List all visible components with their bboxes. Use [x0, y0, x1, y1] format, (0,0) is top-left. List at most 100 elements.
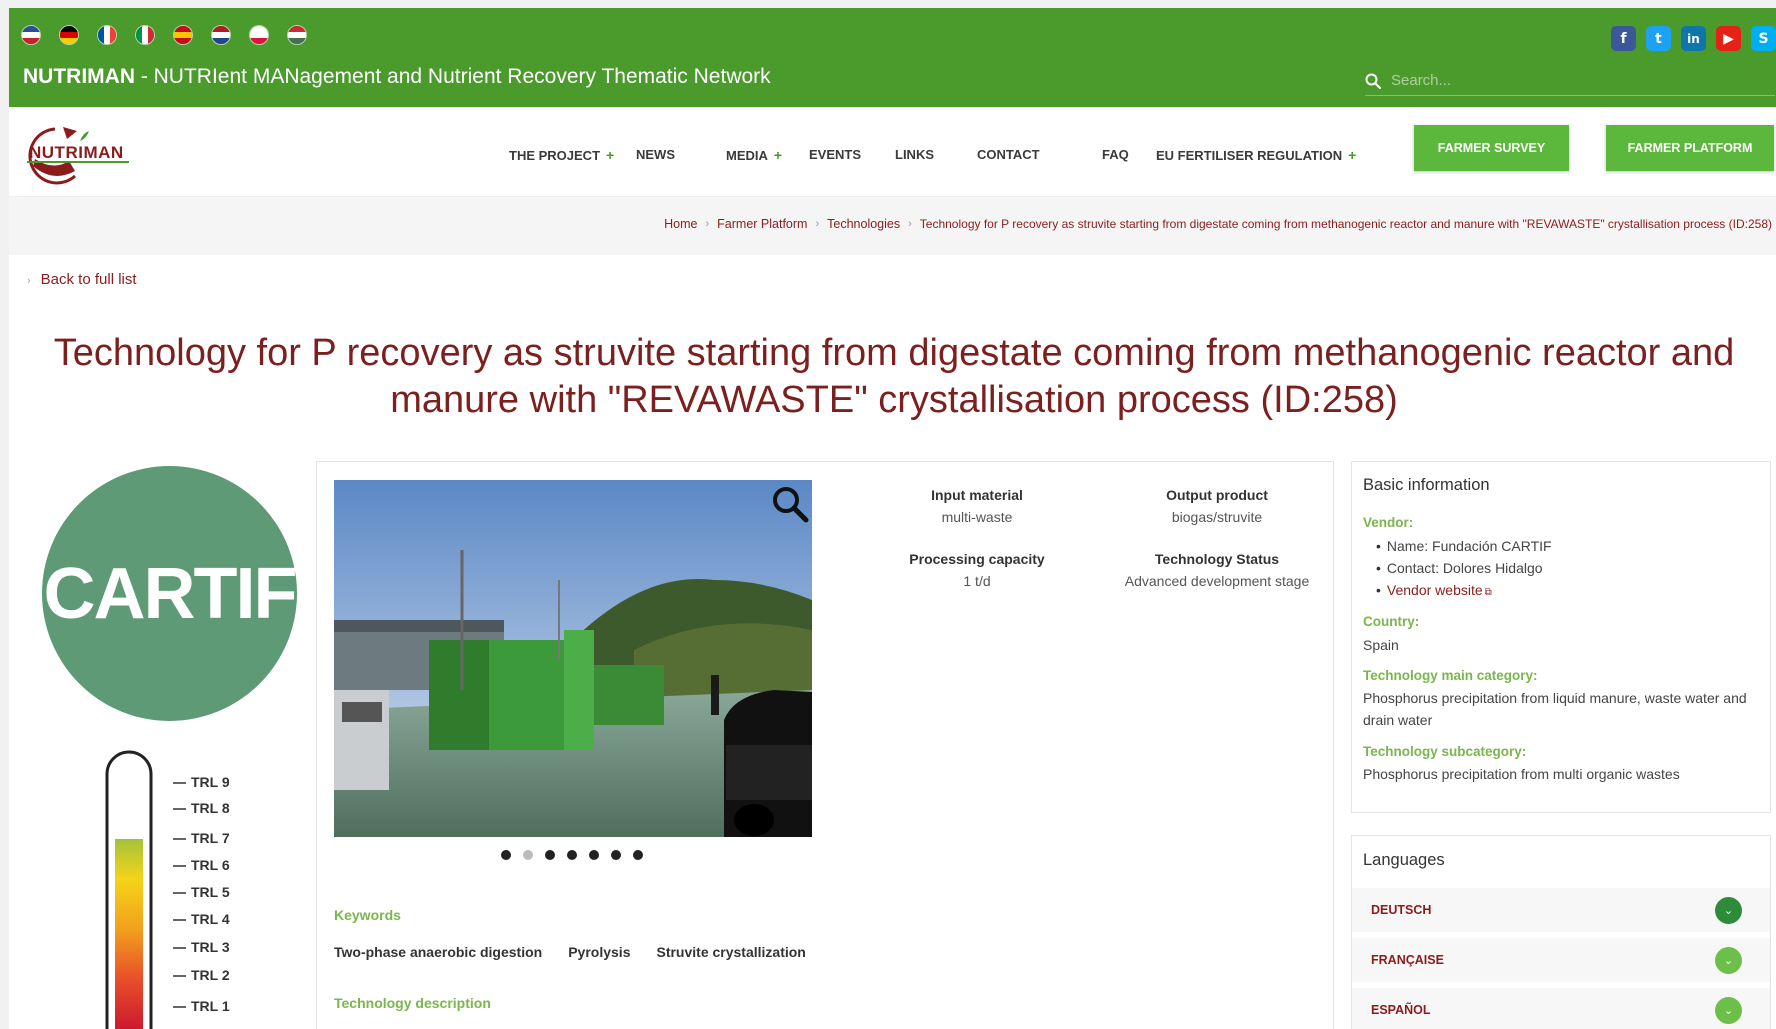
- breadcrumb-separator-icon: ›: [815, 218, 820, 230]
- gallery-dot[interactable]: [567, 850, 577, 860]
- trl-label: TRL 1: [191, 998, 230, 1014]
- keyword-tag[interactable]: Two-phase anaerobic digestion: [334, 944, 542, 960]
- main-navbar: NUTRIMAN THE PROJECT + NEWS MEDIA + EVENTS LIN…: [9, 107, 1776, 197]
- vendor-website-link[interactable]: Vendor website⧉: [1387, 579, 1552, 604]
- trl-label: TRL 8: [191, 800, 230, 816]
- plus-icon: +: [1348, 147, 1357, 163]
- social-links: f t in ▶ S: [1611, 26, 1776, 51]
- italy-flag-icon[interactable]: [135, 25, 155, 45]
- gallery-dot[interactable]: [589, 850, 599, 860]
- breadcrumb-current: Technology for P recovery as struvite st…: [919, 217, 1772, 231]
- back-to-list-link[interactable]: › Back to full list: [27, 271, 137, 288]
- trl-label: TRL 6: [191, 857, 230, 873]
- trl-label: TRL 7: [191, 830, 230, 846]
- breadcrumb-farmer-platform[interactable]: Farmer Platform: [717, 217, 807, 231]
- language-item-1[interactable]: DEUTSCH ⌄: [1352, 888, 1770, 932]
- breadcrumb-separator-icon: ›: [908, 218, 912, 230]
- technology-description-heading: Technology description: [334, 995, 491, 1011]
- gallery-dot[interactable]: [633, 850, 643, 860]
- nav-item-news[interactable]: NEWS: [636, 147, 675, 162]
- language-name: DEUTSCH: [1371, 903, 1432, 917]
- page-title: Technology for P recovery as struvite st…: [53, 332, 1735, 421]
- flag-stripe: [250, 38, 268, 44]
- processing-capacity-value: 1 t/d: [963, 573, 991, 589]
- keyword-tag[interactable]: Struvite crystallization: [656, 944, 805, 960]
- nav-item-contact[interactable]: CONTACT: [977, 147, 1040, 162]
- nav-item-label: LINKS: [895, 147, 934, 162]
- nav-item-media[interactable]: MEDIA +: [726, 147, 782, 163]
- vendor-logo-text: CARTIF: [43, 553, 298, 634]
- hungary-flag-icon[interactable]: [287, 25, 307, 45]
- main-category-label: Technology main category:: [1363, 668, 1538, 683]
- nav-item-events[interactable]: EVENTS: [809, 147, 861, 162]
- flag-stripe: [110, 26, 116, 44]
- breadcrumb-home[interactable]: Home: [664, 217, 697, 231]
- zoom-icon[interactable]: [770, 484, 810, 524]
- country-label: Country:: [1363, 614, 1420, 629]
- technology-card: Input material multi-waste Output product…: [316, 461, 1334, 1029]
- technology-status-value: Advanced development stage: [1124, 573, 1310, 589]
- vendor-label: Vendor:: [1363, 515, 1414, 530]
- nav-item-the-project[interactable]: THE PROJECT +: [509, 147, 614, 163]
- search-icon: [1365, 73, 1381, 89]
- spain-flag-icon[interactable]: [173, 25, 193, 45]
- language-item-3[interactable]: ESPAÑOL ⌄: [1352, 988, 1770, 1029]
- vendor-logo: CARTIF: [42, 466, 297, 721]
- linkedin-icon[interactable]: in: [1681, 26, 1706, 51]
- farmer-survey-button[interactable]: FARMER SURVEY: [1414, 125, 1569, 171]
- gallery-pagination: [501, 850, 643, 860]
- languages-panel: Languages DEUTSCH ⌄ FRANÇAISE ⌄ ESPAÑOL ⌄: [1351, 835, 1771, 1029]
- nav-item-label: MEDIA: [726, 147, 768, 163]
- france-flag-icon[interactable]: [97, 25, 117, 45]
- breadcrumb-bar: Home › Farmer Platform › Technologies › …: [9, 197, 1776, 255]
- gallery-dot[interactable]: [545, 850, 555, 860]
- twitter-icon[interactable]: t: [1646, 26, 1671, 51]
- poland-flag-icon[interactable]: [249, 25, 269, 45]
- vendor-contact: Contact: Dolores Hidalgo: [1387, 557, 1552, 579]
- germany-flag-icon[interactable]: [59, 25, 79, 45]
- flag-stripe: [174, 38, 192, 44]
- external-link-icon: ⧉: [1484, 587, 1492, 598]
- gallery-dot[interactable]: [523, 850, 533, 860]
- nav-item-links[interactable]: LINKS: [895, 147, 934, 162]
- flag-stripe: [22, 38, 40, 44]
- trl-label: TRL 3: [191, 939, 230, 955]
- nav-item-eu-fertiliser-regulation[interactable]: EU FERTILISER REGULATION +: [1156, 147, 1356, 163]
- gallery-dot[interactable]: [501, 850, 511, 860]
- subcategory-label: Technology subcategory:: [1363, 744, 1527, 759]
- trl-label: TRL 9: [191, 774, 230, 790]
- site-title[interactable]: NUTRIMAN - NUTRIent MANagement and Nutri…: [23, 65, 771, 89]
- gallery-dot[interactable]: [611, 850, 621, 860]
- facebook-icon[interactable]: f: [1611, 26, 1636, 51]
- trl-label: TRL 4: [191, 911, 230, 927]
- uk-flag-icon[interactable]: [21, 25, 41, 45]
- output-product-value: biogas/struvite: [1171, 509, 1263, 525]
- nav-item-faq[interactable]: FAQ: [1102, 147, 1129, 162]
- chevron-right-icon: ›: [27, 275, 31, 287]
- farmer-platform-button[interactable]: FARMER PLATFORM: [1606, 125, 1774, 171]
- vendor-details: Name: Fundación CARTIF Contact: Dolores …: [1387, 535, 1552, 604]
- logo-text: NUTRIMAN: [29, 143, 124, 162]
- chevron-down-icon: ⌄: [1715, 897, 1742, 924]
- trl-level-fill: [115, 839, 143, 1029]
- language-name: FRANÇAISE: [1371, 953, 1444, 967]
- search-input[interactable]: [1391, 72, 1741, 89]
- search-box[interactable]: [1365, 66, 1775, 96]
- input-material-value: multi-waste: [941, 509, 1013, 525]
- technology-status: Technology Status Advanced development st…: [1097, 551, 1337, 589]
- nav-item-label: NEWS: [636, 147, 675, 162]
- language-item-2[interactable]: FRANÇAISE ⌄: [1352, 938, 1770, 982]
- breadcrumb-technologies[interactable]: Technologies: [827, 217, 900, 231]
- skype-icon[interactable]: S: [1751, 26, 1776, 51]
- keyword-tag[interactable]: Pyrolysis: [568, 944, 630, 960]
- netherlands-flag-icon[interactable]: [211, 25, 231, 45]
- page: NUTRIMAN - NUTRIent MANagement and Nutri…: [9, 8, 1776, 1029]
- technology-photo[interactable]: [334, 480, 812, 837]
- trl-label: TRL 2: [191, 967, 230, 983]
- back-link-label: Back to full list: [40, 271, 137, 288]
- nutriman-logo[interactable]: NUTRIMAN: [23, 121, 133, 187]
- keywords-heading: Keywords: [334, 907, 401, 923]
- youtube-icon[interactable]: ▶: [1716, 26, 1741, 51]
- plus-icon: +: [606, 147, 615, 163]
- nav-item-label: CONTACT: [977, 147, 1040, 162]
